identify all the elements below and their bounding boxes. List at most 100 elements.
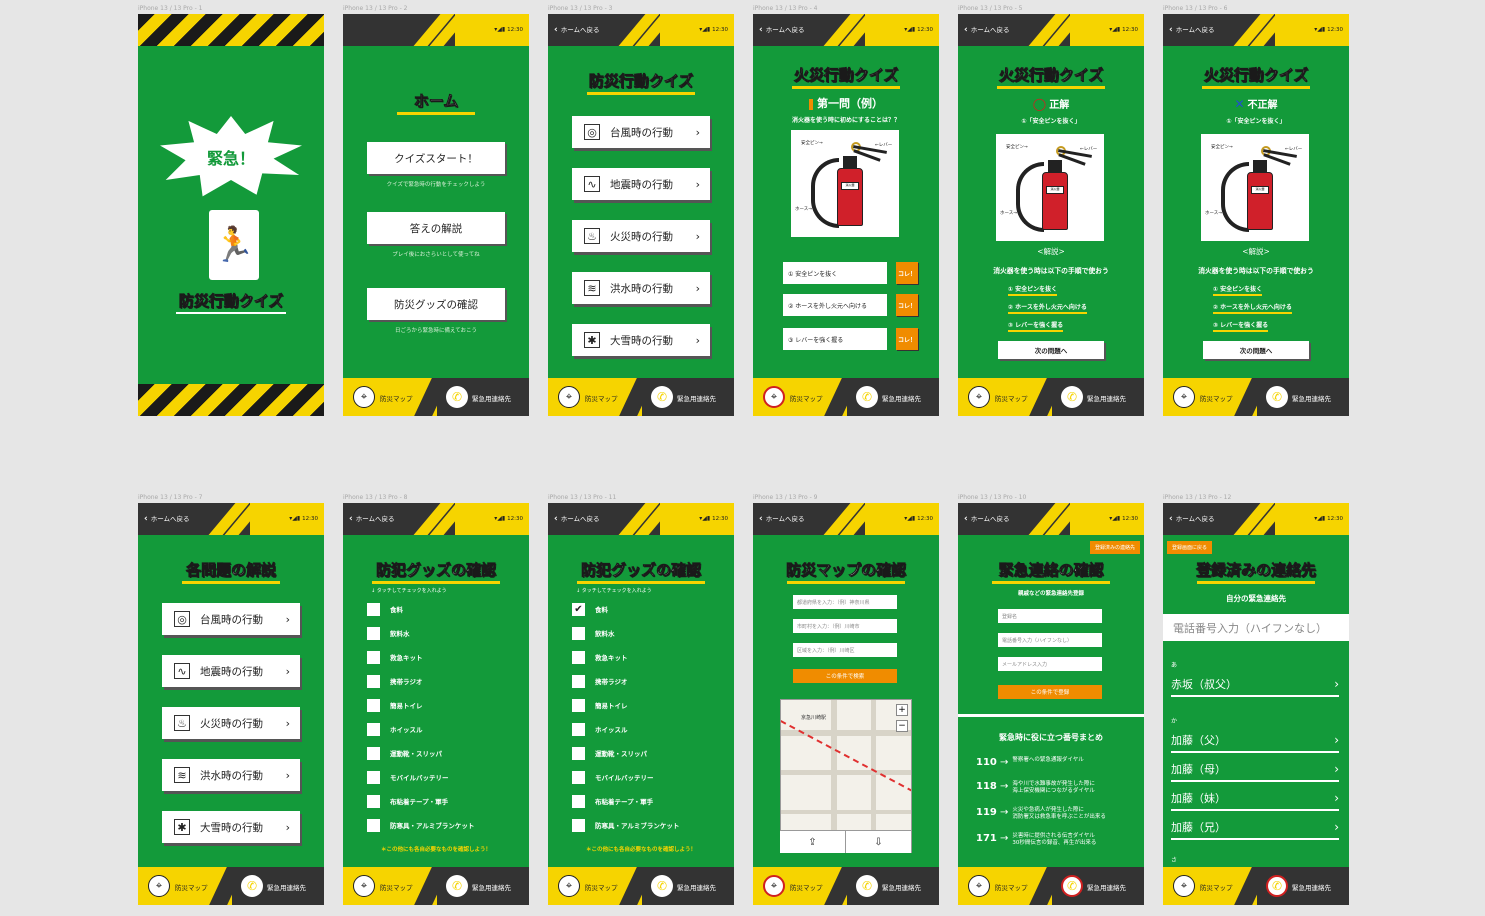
nav-disaster-map[interactable]: 防災マップ (995, 882, 1028, 892)
phone-icon[interactable]: ✆ (651, 875, 673, 897)
back-to-home-button[interactable]: ‹ ホームへ戻る (554, 24, 600, 35)
phone-icon[interactable]: ✆ (1061, 875, 1083, 897)
nav-disaster-map[interactable]: 防災マップ (1200, 393, 1233, 403)
checklist-item[interactable]: 携帯ラジオ (367, 673, 527, 689)
category-button-3[interactable]: ♨ 火災時の行動 › (162, 707, 300, 739)
checklist-item[interactable]: モバイルバッテリー (367, 769, 527, 785)
search-button[interactable]: この条件で検索 (793, 669, 897, 683)
checkbox[interactable] (367, 698, 380, 712)
nav-emergency-contacts[interactable]: 緊急用連絡先 (1087, 882, 1126, 892)
checkbox[interactable] (367, 794, 380, 808)
checklist-item[interactable]: 救急キット (367, 649, 527, 665)
phone-icon[interactable]: ✆ (241, 875, 263, 897)
nav-emergency-contacts[interactable]: 緊急用連絡先 (472, 393, 511, 403)
nav-emergency-contacts[interactable]: 緊急用連絡先 (267, 882, 306, 892)
choose-answer-button-1[interactable]: コレ！ (896, 262, 918, 284)
registered-contacts-tab[interactable]: 登録済みの連絡先 (1089, 541, 1140, 554)
checkbox[interactable] (572, 746, 585, 760)
contact-item[interactable]: 加藤（兄） › (1171, 816, 1339, 840)
phone-icon[interactable]: ✆ (856, 386, 878, 408)
map-pin-icon[interactable]: ⌖ (353, 875, 375, 897)
map-pin-icon[interactable]: ⌖ (1173, 875, 1195, 897)
checkbox[interactable] (367, 650, 380, 664)
map-pin-icon[interactable]: ⌖ (763, 386, 785, 408)
phone-icon[interactable]: ✆ (856, 875, 878, 897)
nav-emergency-contacts[interactable]: 緊急用連絡先 (882, 882, 921, 892)
back-to-home-button[interactable]: ‹ ホームへ戻る (1169, 24, 1215, 35)
phone-icon[interactable]: ✆ (1266, 386, 1288, 408)
region-input-2[interactable]: 市町村を入力：（例）川崎市 (793, 619, 897, 633)
checkbox[interactable] (367, 602, 380, 616)
map-pin-icon[interactable]: ⌖ (968, 875, 990, 897)
checklist-item[interactable]: 防寒具・アルミブランケット (367, 817, 527, 833)
next-question-button[interactable]: 次の問題へ (1203, 341, 1309, 359)
nav-disaster-map[interactable]: 防災マップ (1200, 882, 1233, 892)
checklist-item[interactable]: 簡易トイレ (367, 697, 527, 713)
checklist-item[interactable]: 飲料水 (367, 625, 527, 641)
nav-emergency-contacts[interactable]: 緊急用連絡先 (677, 393, 716, 403)
checklist-item[interactable]: 運動靴・スリッパ (367, 745, 527, 761)
contact-item[interactable]: 加藤（母） › (1171, 758, 1339, 782)
nav-disaster-map[interactable]: 防災マップ (585, 882, 618, 892)
category-button-2[interactable]: ∿ 地震時の行動 › (572, 168, 710, 200)
nav-disaster-map[interactable]: 防災マップ (995, 393, 1028, 403)
checkbox[interactable] (572, 770, 585, 784)
nav-disaster-map[interactable]: 防災マップ (380, 393, 413, 403)
phone-icon[interactable]: ✆ (446, 875, 468, 897)
checklist-item[interactable]: ホイッスル (367, 721, 527, 737)
map-pin-icon[interactable]: ⌖ (558, 386, 580, 408)
back-to-home-button[interactable]: ‹ ホームへ戻る (964, 513, 1010, 524)
home-button-1[interactable]: クイズスタート！ (367, 142, 505, 174)
home-button-3[interactable]: 防災グッズの確認 (367, 288, 505, 320)
category-button-5[interactable]: ✱ 大雪時の行動 › (572, 324, 710, 356)
nav-emergency-contacts[interactable]: 緊急用連絡先 (1292, 882, 1331, 892)
checklist-item[interactable]: 携帯ラジオ (572, 673, 732, 689)
nav-disaster-map[interactable]: 防災マップ (380, 882, 413, 892)
checkbox[interactable] (367, 746, 380, 760)
contact-input-1[interactable]: 登録名 (998, 609, 1102, 623)
back-to-home-button[interactable]: ‹ ホームへ戻る (759, 513, 805, 524)
checkbox-checked-icon[interactable]: ✔ (572, 602, 585, 616)
map-pin-icon[interactable]: ⌖ (968, 386, 990, 408)
contact-input-2[interactable]: 電話番号入力（ハイフンなし） (998, 633, 1102, 647)
region-input-3[interactable]: 区域を入力：（例）川崎区 (793, 643, 897, 657)
download-icon[interactable]: ⇩ (846, 831, 912, 853)
map-pin-icon[interactable]: ⌖ (148, 875, 170, 897)
nav-disaster-map[interactable]: 防災マップ (175, 882, 208, 892)
contact-input-3[interactable]: メールアドレス入力 (998, 657, 1102, 671)
checklist-item[interactable]: 簡易トイレ (572, 697, 732, 713)
checkbox[interactable] (572, 698, 585, 712)
back-to-home-button[interactable]: ‹ ホームへ戻る (554, 513, 600, 524)
register-button[interactable]: この条件で登録 (998, 685, 1102, 699)
map-pin-icon[interactable]: ⌖ (353, 386, 375, 408)
home-button-2[interactable]: 答えの解説 (367, 212, 505, 244)
checkbox[interactable] (367, 674, 380, 688)
map-pin-icon[interactable]: ⌖ (558, 875, 580, 897)
checkbox[interactable] (572, 818, 585, 832)
nav-emergency-contacts[interactable]: 緊急用連絡先 (677, 882, 716, 892)
region-input-1[interactable]: 都道府県を入力：（例）神奈川県 (793, 595, 897, 609)
back-to-home-button[interactable]: ‹ ホームへ戻る (349, 513, 395, 524)
nav-disaster-map[interactable]: 防災マップ (790, 393, 823, 403)
checklist-item[interactable]: 布粘着テープ・軍手 (572, 793, 732, 809)
contact-item[interactable]: 加藤（妹） › (1171, 787, 1339, 811)
back-to-register-button[interactable]: 登録画面に戻る (1167, 541, 1213, 554)
checkbox[interactable] (367, 722, 380, 736)
checkbox[interactable] (572, 722, 585, 736)
category-button-5[interactable]: ✱ 大雪時の行動 › (162, 811, 300, 843)
nav-emergency-contacts[interactable]: 緊急用連絡先 (1087, 393, 1126, 403)
contact-item[interactable]: 赤坂（叔父） › (1171, 673, 1339, 697)
back-to-home-button[interactable]: ‹ ホームへ戻る (1169, 513, 1215, 524)
checklist-item[interactable]: 救急キット (572, 649, 732, 665)
checkbox[interactable] (572, 650, 585, 664)
phone-input[interactable]: 電話番号入力（ハイフンなし） (1163, 614, 1349, 641)
checklist-item[interactable]: ✔ 食料 (572, 601, 732, 617)
checkbox[interactable] (367, 770, 380, 784)
checkbox[interactable] (572, 626, 585, 640)
checklist-item[interactable]: 食料 (367, 601, 527, 617)
checklist-item[interactable]: ホイッスル (572, 721, 732, 737)
checkbox[interactable] (572, 794, 585, 808)
nav-emergency-contacts[interactable]: 緊急用連絡先 (882, 393, 921, 403)
map-pin-icon[interactable]: ⌖ (763, 875, 785, 897)
back-to-home-button[interactable]: ‹ ホームへ戻る (964, 24, 1010, 35)
